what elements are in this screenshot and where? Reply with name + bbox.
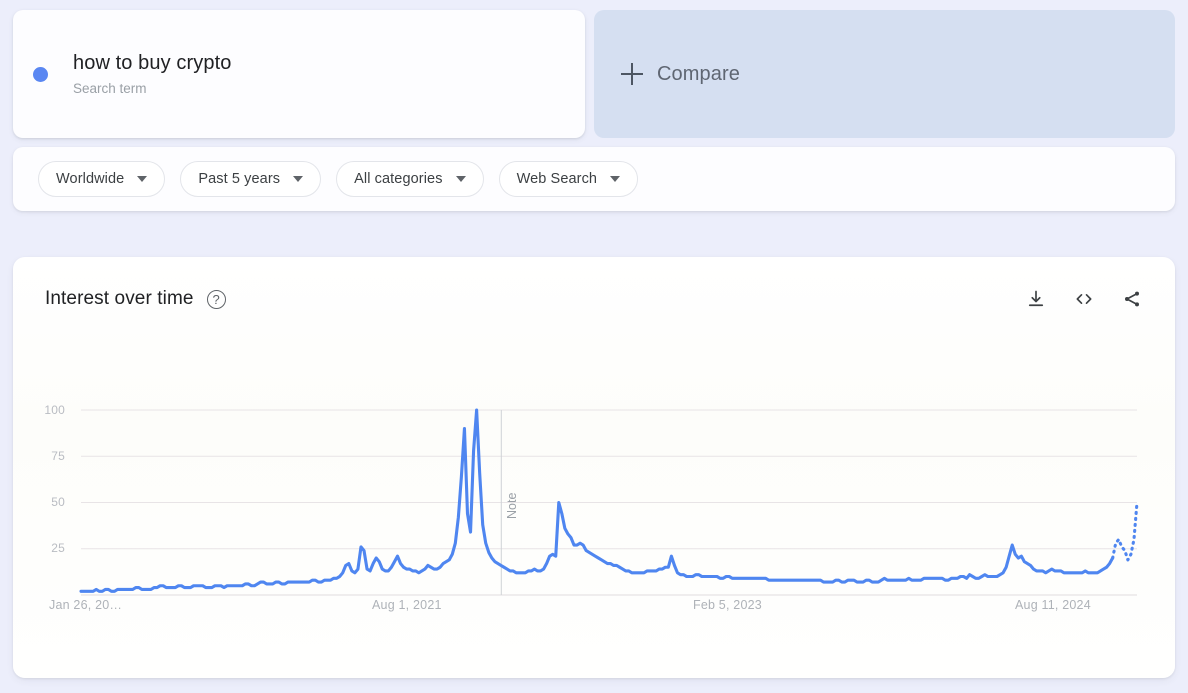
interest-over-time-card: Interest over time ? — [13, 257, 1175, 678]
chart-plot-area: 100 75 50 25 Jan 26, 20… Aug 1, 2021 Feb… — [13, 257, 1175, 678]
search-term-subtitle: Search term — [73, 79, 231, 99]
search-term-card[interactable]: how to buy crypto Search term — [13, 10, 585, 138]
filter-bar: Worldwide Past 5 years All categories We… — [13, 147, 1175, 211]
terms-row: how to buy crypto Search term Compare — [13, 10, 1175, 138]
filter-category-label: All categories — [354, 171, 442, 187]
compare-button[interactable]: Compare — [594, 10, 1175, 138]
chevron-down-icon — [137, 176, 147, 182]
search-term-text: how to buy crypto Search term — [73, 50, 231, 99]
filter-search-type-label: Web Search — [517, 171, 598, 187]
filter-time-range-label: Past 5 years — [198, 171, 280, 187]
search-term-title: how to buy crypto — [73, 50, 231, 76]
filter-location-dropdown[interactable]: Worldwide — [38, 161, 165, 197]
filter-location-label: Worldwide — [56, 171, 124, 187]
chevron-down-icon — [610, 176, 620, 182]
filter-category-dropdown[interactable]: All categories — [336, 161, 483, 197]
plus-icon — [621, 63, 643, 85]
series-color-dot-icon — [33, 67, 48, 82]
google-trends-page: how to buy crypto Search term Compare Wo… — [0, 0, 1188, 693]
filter-search-type-dropdown[interactable]: Web Search — [499, 161, 639, 197]
chevron-down-icon — [456, 176, 466, 182]
compare-label: Compare — [657, 63, 740, 86]
interest-over-time-chart — [13, 257, 1175, 678]
chevron-down-icon — [293, 176, 303, 182]
filter-time-range-dropdown[interactable]: Past 5 years — [180, 161, 321, 197]
